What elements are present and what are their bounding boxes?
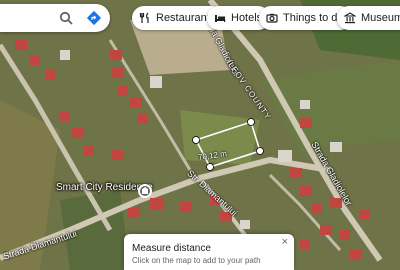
measure-point[interactable] bbox=[247, 118, 255, 126]
camera-icon bbox=[265, 11, 279, 25]
bed-icon bbox=[213, 11, 227, 25]
close-icon[interactable]: × bbox=[282, 236, 288, 248]
satellite-map[interactable] bbox=[0, 0, 400, 270]
chip-label: Hotels bbox=[231, 12, 263, 24]
measure-point[interactable] bbox=[206, 163, 214, 171]
place-pin-icon[interactable] bbox=[138, 184, 152, 198]
measure-panel-subtitle: Click on the map to add to your path bbox=[132, 256, 261, 265]
chip-museums[interactable]: Museums bbox=[337, 6, 400, 30]
search-bar[interactable] bbox=[0, 4, 110, 32]
measure-panel-title: Measure distance bbox=[132, 243, 211, 254]
search-icon[interactable] bbox=[56, 8, 76, 28]
chip-label: Museums bbox=[361, 12, 400, 24]
fork-knife-icon bbox=[138, 11, 152, 25]
measure-point[interactable] bbox=[256, 147, 264, 155]
measure-distance-panel: Measure distance Click on the map to add… bbox=[124, 234, 294, 270]
chip-label: Things to do bbox=[283, 12, 344, 24]
museum-icon bbox=[343, 11, 357, 25]
measure-point[interactable] bbox=[192, 136, 200, 144]
directions-icon[interactable] bbox=[84, 8, 104, 28]
